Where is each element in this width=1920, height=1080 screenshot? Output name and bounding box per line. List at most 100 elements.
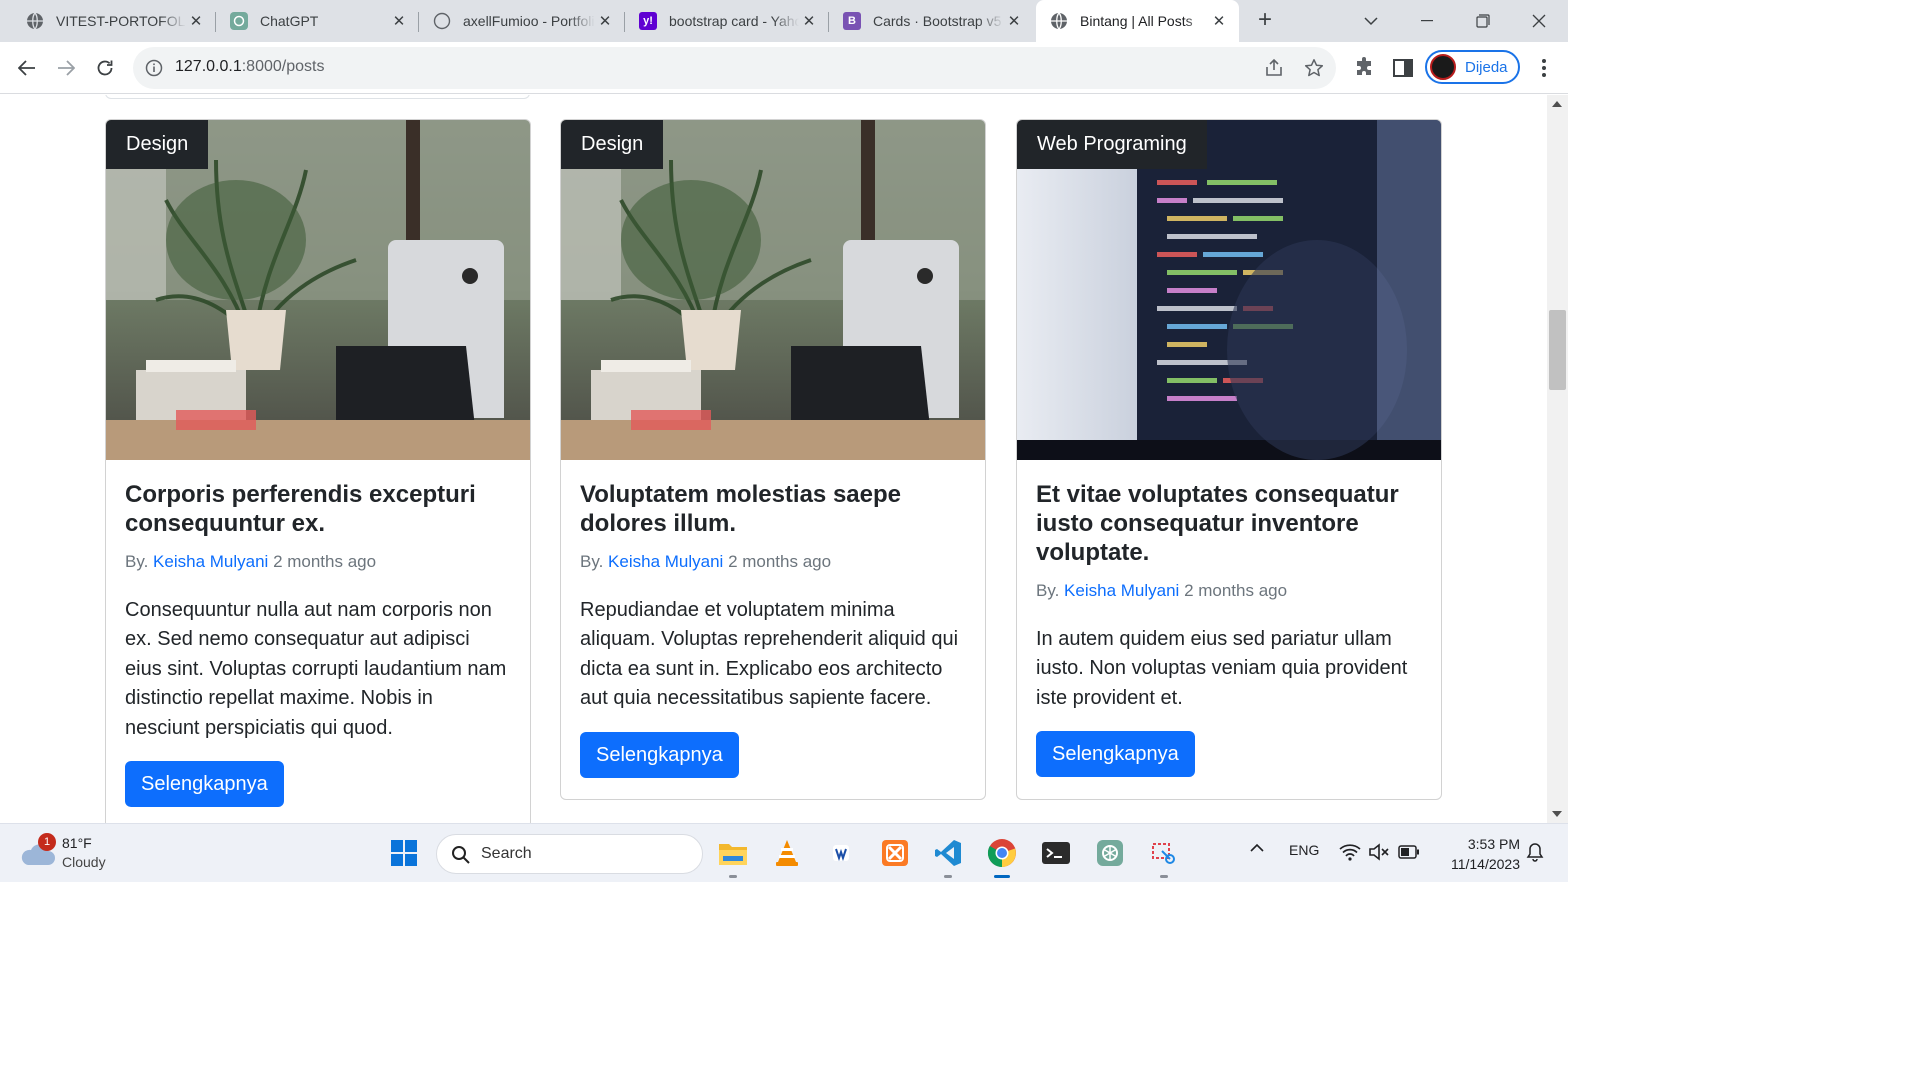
tab-strip: VITEST-PORTOFOLIO ✕ ChatGPT ✕ axellFumio…: [0, 0, 1568, 42]
clock-time: 3:53 PM: [1467, 836, 1520, 852]
post-excerpt: Consequuntur nulla aut nam corporis non …: [125, 599, 507, 739]
windows-taskbar: 1 81°F Cloudy Search ENG 3:53 PM 11/14/2…: [0, 823, 1568, 882]
close-tab-icon[interactable]: ✕: [595, 11, 615, 31]
back-arrow-icon: [18, 60, 35, 76]
tab-vitest-portofolio[interactable]: VITEST-PORTOFOLIO ✕: [12, 0, 216, 42]
tab-bintang-all-posts[interactable]: Bintang | All Posts ✕: [1036, 0, 1239, 42]
author-link[interactable]: Keisha Mulyani: [608, 552, 723, 571]
notification-bell-icon[interactable]: [1526, 842, 1544, 865]
close-tab-icon[interactable]: ✕: [799, 11, 819, 31]
terminal-icon[interactable]: [1039, 836, 1073, 870]
back-button[interactable]: [13, 54, 41, 82]
by-label: By.: [1036, 581, 1060, 600]
snipping-tool-icon[interactable]: [1147, 836, 1181, 878]
minimize-button[interactable]: [1412, 6, 1442, 36]
category-badge[interactable]: Web Programing: [1017, 120, 1207, 169]
running-indicator: [1160, 875, 1168, 878]
post-title: Voluptatem molestias saepe dolores illum…: [580, 481, 901, 537]
close-tab-icon[interactable]: ✕: [1209, 11, 1229, 31]
desk-laptop-plants-photo: [106, 120, 530, 460]
close-tab-icon[interactable]: ✕: [186, 11, 206, 31]
chevron-up-icon[interactable]: [1250, 840, 1264, 856]
system-clock[interactable]: 3:53 PM 11/14/2023: [1430, 834, 1520, 874]
app-icon[interactable]: [824, 836, 858, 870]
read-more-button[interactable]: Selengkapnya: [125, 761, 284, 808]
avatar: [1430, 54, 1456, 80]
scrollbar-thumb[interactable]: [1549, 310, 1566, 390]
taskbar-search-input[interactable]: Search: [436, 834, 703, 874]
vlc-icon[interactable]: [770, 836, 804, 870]
clock-date: 11/14/2023: [1450, 856, 1520, 872]
profile-name: Dijeda: [1465, 58, 1508, 76]
url-path: :8000/posts: [241, 58, 325, 75]
globe-icon: [1050, 12, 1068, 30]
kebab-menu-icon[interactable]: [1532, 56, 1556, 80]
reload-icon: [97, 60, 113, 76]
close-window-button[interactable]: [1524, 6, 1554, 36]
post-title: Et vitae voluptates consequatur iusto co…: [1036, 481, 1399, 566]
post-image: Design: [106, 120, 530, 460]
post-card: Design Corporis perferendis excepturi co…: [105, 119, 531, 823]
url-text[interactable]: 127.0.0.1:8000/posts: [175, 58, 324, 76]
chatgpt-icon: [230, 12, 248, 30]
side-panel-icon[interactable]: [1391, 56, 1415, 80]
tab-bootstrap-cards[interactable]: B Cards · Bootstrap v5 ✕: [829, 0, 1034, 42]
category-badge[interactable]: Design: [561, 120, 664, 169]
speaker-muted-icon[interactable]: [1368, 843, 1390, 864]
weather-temp: 81°F: [62, 835, 92, 851]
category-badge[interactable]: Design: [106, 120, 209, 169]
post-excerpt: Repudiandae et voluptatem minima aliquam…: [580, 599, 959, 710]
windows-start-icon[interactable]: [387, 836, 421, 870]
code-on-monitor-photo: [1017, 120, 1441, 460]
chatgpt-icon[interactable]: [1093, 836, 1127, 870]
author-link[interactable]: Keisha Mulyani: [1064, 581, 1179, 600]
chrome-icon[interactable]: [985, 836, 1019, 878]
tab-axellfumioo[interactable]: axellFumioo - Portfolio ✕: [419, 0, 625, 42]
xampp-icon[interactable]: [878, 836, 912, 870]
wifi-icon[interactable]: [1339, 843, 1361, 864]
post-meta: By. Keisha Mulyani 2 months ago: [1036, 579, 1421, 603]
search-icon: [452, 846, 470, 864]
file-explorer-icon[interactable]: [716, 836, 750, 878]
by-label: By.: [125, 552, 149, 571]
battery-icon[interactable]: [1398, 845, 1420, 862]
profile-button[interactable]: Dijeda: [1425, 50, 1520, 84]
close-tab-icon[interactable]: ✕: [1004, 11, 1024, 31]
weather-notification-badge: 1: [38, 833, 56, 851]
read-more-button[interactable]: Selengkapnya: [1036, 731, 1195, 778]
running-indicator: [729, 875, 737, 878]
scroll-down-arrow-icon[interactable]: [1552, 811, 1562, 817]
tab-title: axellFumioo - Portfolio: [463, 13, 595, 29]
bookmark-star-icon[interactable]: [1304, 58, 1324, 78]
site-info-icon[interactable]: [145, 59, 163, 77]
read-more-button[interactable]: Selengkapnya: [580, 731, 739, 778]
vscode-icon[interactable]: [931, 836, 965, 878]
tab-title: bootstrap card - Yahoo: [669, 13, 799, 29]
page-scrollbar[interactable]: [1547, 95, 1568, 823]
language-indicator[interactable]: ENG: [1289, 842, 1319, 858]
restore-button[interactable]: [1468, 6, 1498, 36]
tab-yahoo[interactable]: y! bootstrap card - Yahoo ✕: [625, 0, 829, 42]
close-tab-icon[interactable]: ✕: [389, 11, 409, 31]
bootstrap-icon: B: [843, 12, 861, 30]
running-indicator: [994, 875, 1010, 878]
previous-card-edge: [105, 95, 530, 99]
yahoo-icon: y!: [639, 12, 657, 30]
new-tab-button[interactable]: +: [1252, 8, 1278, 34]
weather-widget[interactable]: 1 81°F Cloudy: [20, 833, 120, 875]
forward-button[interactable]: [52, 54, 80, 82]
share-icon[interactable]: [1264, 58, 1284, 78]
tab-chatgpt[interactable]: ChatGPT ✕: [216, 0, 419, 42]
tab-title: VITEST-PORTOFOLIO: [56, 13, 186, 29]
search-placeholder: Search: [481, 845, 532, 862]
browser-toolbar: 127.0.0.1:8000/posts Dijeda: [0, 42, 1568, 94]
desk-laptop-plants-photo: [561, 120, 985, 460]
address-bar[interactable]: 127.0.0.1:8000/posts: [133, 47, 1336, 89]
author-link[interactable]: Keisha Mulyani: [153, 552, 268, 571]
globe-icon: [26, 12, 44, 30]
reload-button[interactable]: [91, 54, 119, 82]
post-image: Design: [561, 120, 985, 460]
scroll-up-arrow-icon[interactable]: [1552, 101, 1562, 107]
extensions-puzzle-icon[interactable]: [1352, 56, 1376, 80]
tab-search-chevron-icon[interactable]: [1356, 6, 1386, 36]
